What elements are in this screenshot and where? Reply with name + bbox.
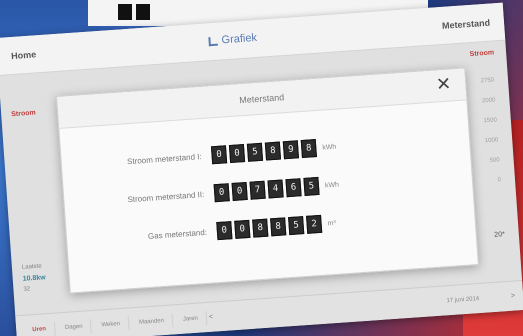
- meter-digit: 0: [234, 219, 251, 239]
- meter-digit: 5: [246, 142, 264, 162]
- tab-jaren[interactable]: Jaren: [174, 310, 208, 327]
- background-shape: [136, 4, 150, 20]
- meter-digit: 6: [285, 178, 302, 198]
- page-title-text: Grafiek: [221, 31, 258, 47]
- meter-digit: 4: [267, 179, 284, 199]
- meterstand-dialog: Meterstand ✕ Stroom meterstand I: 0 0 5 …: [56, 67, 479, 294]
- meter-label: Gas meterstand:: [147, 227, 208, 241]
- meter-digit: 0: [213, 183, 230, 203]
- meterstand-nav-button[interactable]: Meterstand: [442, 18, 491, 31]
- meter-digit: 8: [264, 141, 282, 161]
- meter-digits: 0 0 5 8 9 8: [210, 139, 317, 165]
- meter-digit: 7: [249, 180, 266, 200]
- close-icon[interactable]: ✕: [435, 73, 452, 95]
- meter-label: Stroom meterstand II:: [127, 189, 205, 204]
- meter-unit: m³: [327, 219, 337, 227]
- meter-digit: 0: [231, 181, 248, 201]
- meter-digits: 0 0 8 8 5 2: [216, 214, 323, 241]
- background-shape: [118, 4, 132, 20]
- home-nav-button[interactable]: Home: [11, 49, 37, 61]
- meter-digit: 0: [216, 221, 233, 241]
- meter-digit: 5: [303, 176, 320, 196]
- current-date: 17 juni 2014: [446, 295, 480, 304]
- meter-digit: 9: [282, 140, 299, 160]
- prev-date-button[interactable]: <: [209, 314, 214, 321]
- dialog-title: Meterstand: [238, 91, 285, 105]
- meter-digit: 0: [210, 145, 228, 165]
- page-title: Grafiek: [208, 32, 257, 47]
- meter-label: Stroom meterstand I:: [126, 151, 202, 166]
- tab-maanden[interactable]: Maanden: [130, 312, 174, 330]
- meter-unit: kWh: [322, 143, 337, 152]
- meter-digit: 8: [252, 218, 269, 238]
- tab-weken[interactable]: Weken: [93, 316, 130, 333]
- meter-digit: 8: [300, 139, 317, 159]
- meter-digit: 0: [228, 144, 246, 164]
- meter-digit: 8: [270, 217, 287, 237]
- tab-uren[interactable]: Uren: [23, 321, 56, 336]
- meter-digits: 0 0 7 4 6 5: [213, 176, 320, 203]
- next-date-button[interactable]: >: [511, 293, 516, 300]
- tablet-screen: Home Grafiek Meterstand Stroom Stroom 27…: [0, 2, 523, 336]
- meter-digit: 2: [306, 214, 323, 234]
- meter-unit: kWh: [324, 181, 340, 189]
- tab-dagen[interactable]: Dagen: [56, 318, 93, 336]
- meter-digit: 5: [288, 216, 305, 236]
- chart-icon: [208, 36, 218, 46]
